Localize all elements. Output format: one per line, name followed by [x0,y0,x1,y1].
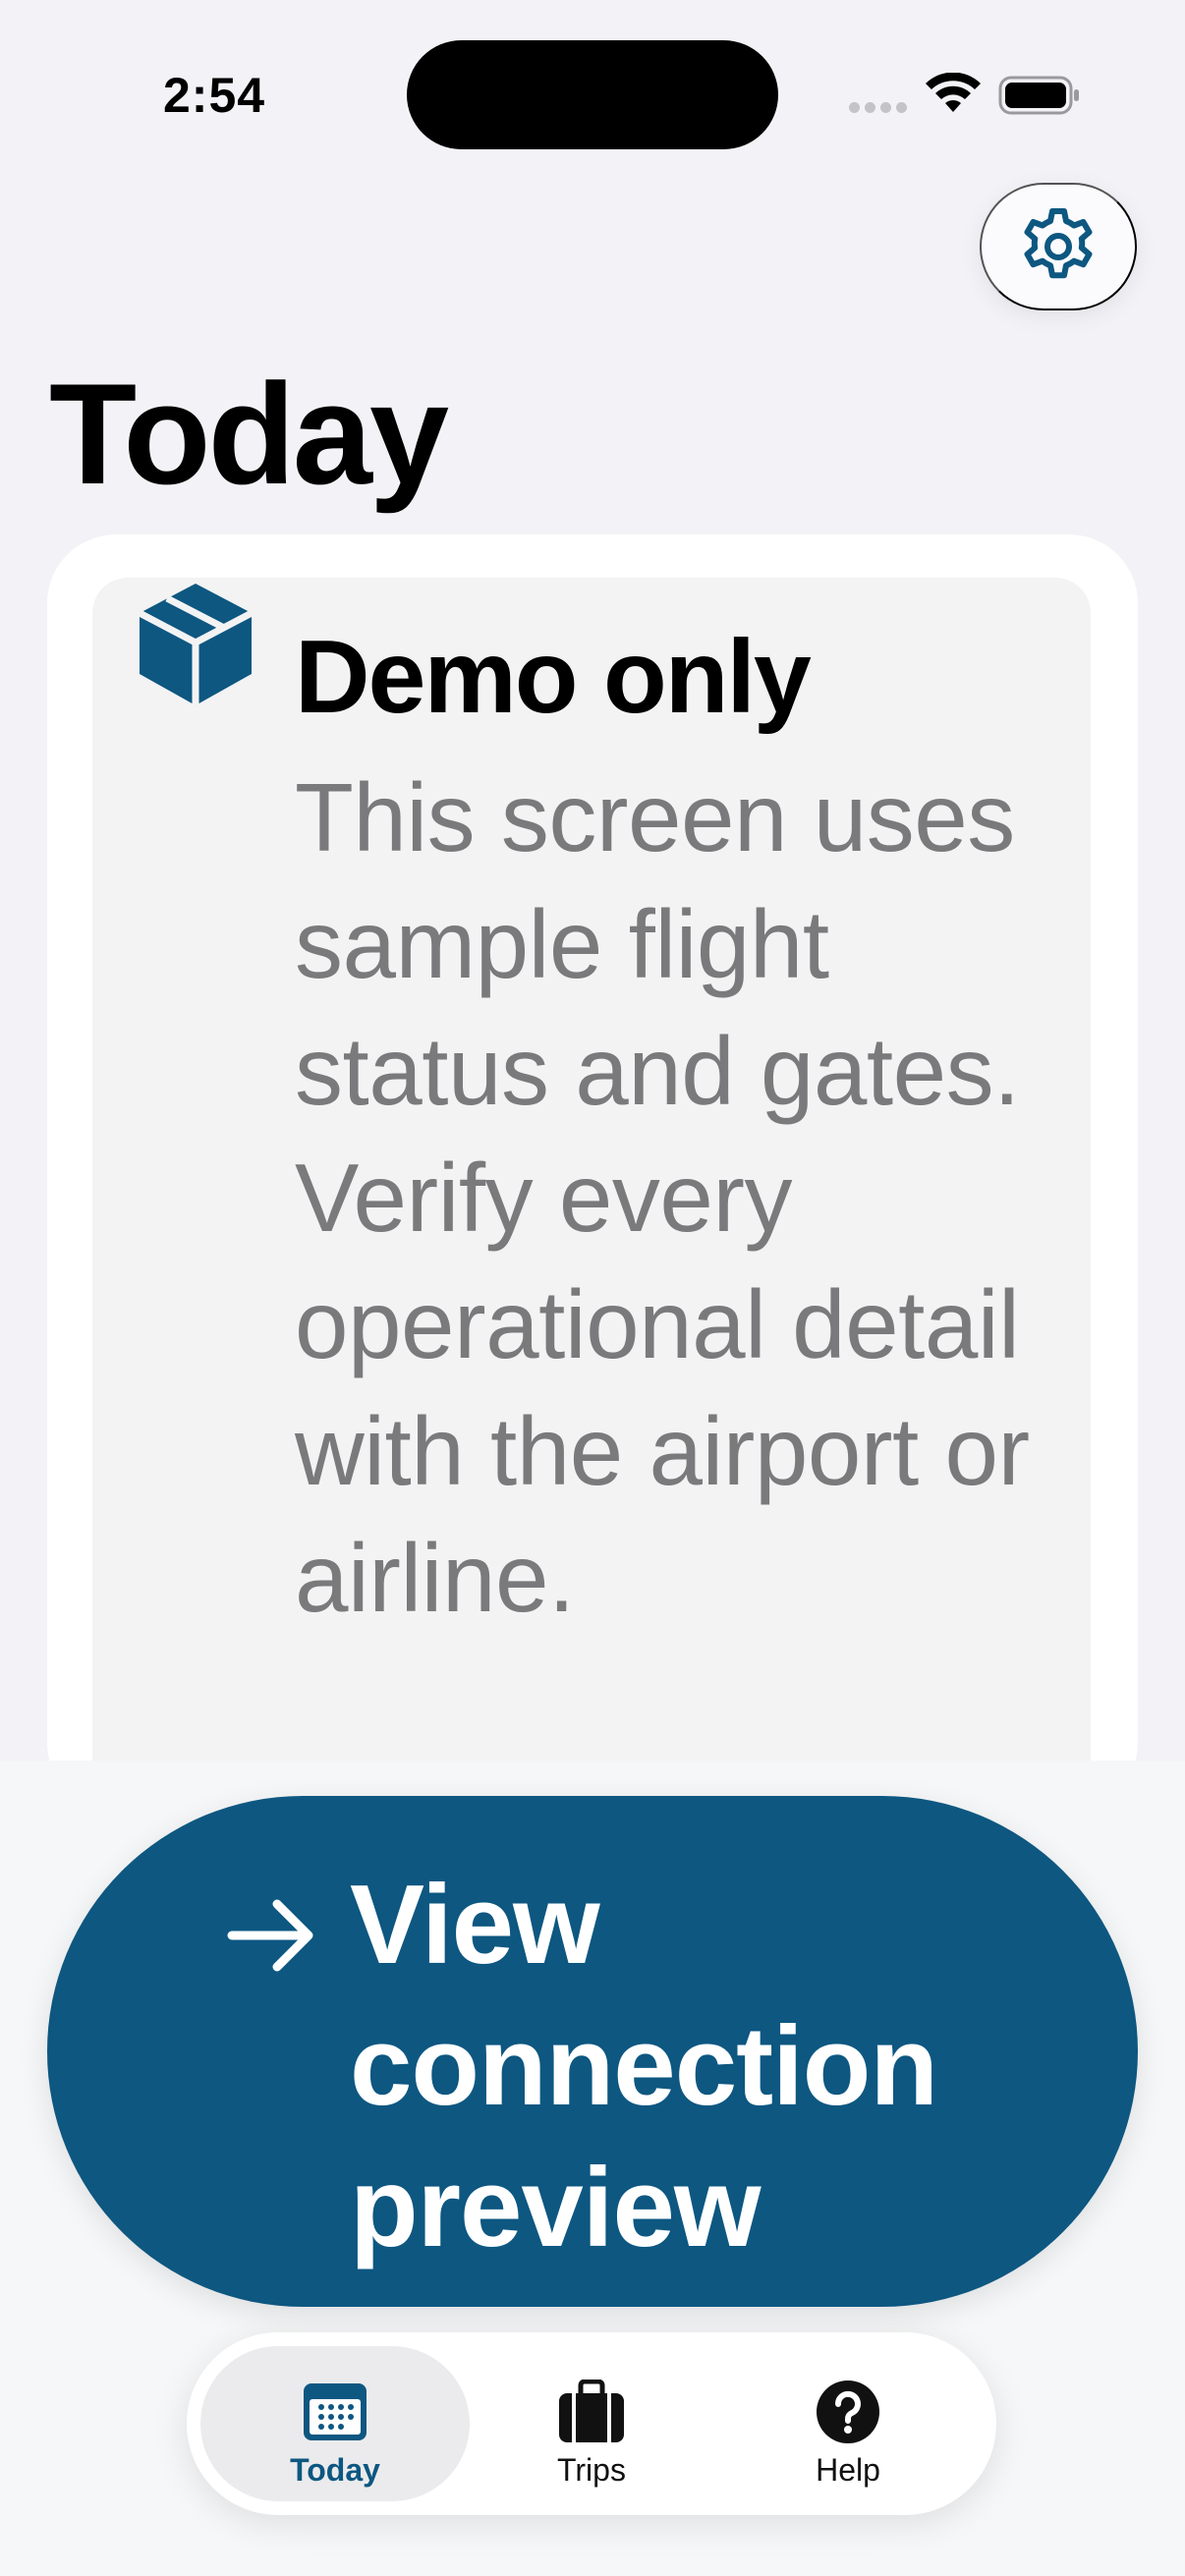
gear-icon [1024,208,1093,279]
view-connection-preview-button[interactable]: View connection preview [47,1796,1138,2307]
tab-help[interactable]: Help [713,2346,983,2501]
notice-card: Demo only This screen uses sample flight… [47,534,1138,1855]
today-screen: 2:54 Today Demo only This screen uses sa… [0,0,1185,2576]
notice-card-content: Demo only This screen uses sample flight… [92,578,1091,1855]
calendar-icon [304,2383,367,2440]
tab-today[interactable]: Today [200,2346,470,2501]
arrow-right-icon [227,1899,313,1972]
package-box-icon [138,584,254,705]
page-title: Today [49,354,449,514]
battery-icon [998,76,1079,115]
tab-trips[interactable]: Trips [457,2346,726,2501]
tab-bar: Today Trips Help [187,2332,996,2515]
cellular-signal-icon [849,102,907,113]
tab-help-label: Help [816,2452,880,2488]
tab-today-label: Today [290,2452,380,2488]
settings-button[interactable] [980,183,1137,310]
suitcase-icon [559,2380,624,2442]
dynamic-island [407,40,778,149]
wifi-icon [926,73,981,112]
notice-body: This screen uses sample flight status an… [295,763,1030,1632]
notice-title: Demo only [295,619,812,735]
question-circle-icon [817,2380,879,2443]
status-time: 2:54 [163,68,266,123]
view-connection-preview-label: View connection preview [350,1863,938,2270]
tab-trips-label: Trips [557,2452,626,2488]
